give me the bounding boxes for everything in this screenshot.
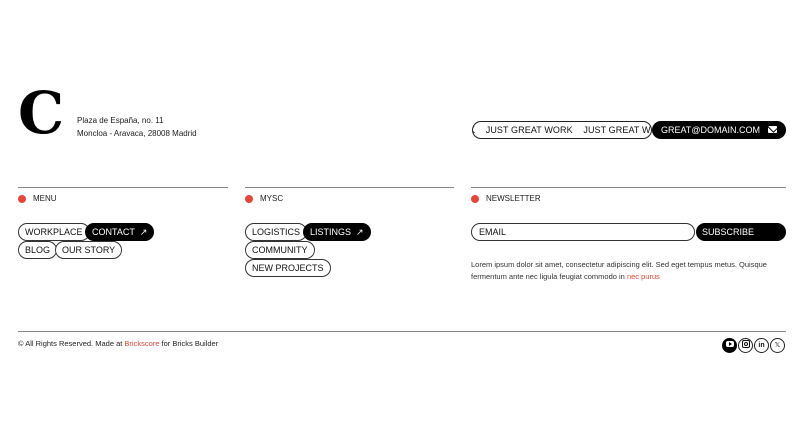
menu-link-label: WORKPLACE	[25, 227, 83, 237]
copyright-prefix: © All Rights Reserved. Made at	[18, 339, 123, 348]
email-field-value: EMAIL	[479, 227, 507, 237]
address-line-1: Plaza de España, no. 11	[77, 116, 164, 125]
address-block: Plaza de España, no. 11 Moncloa - Aravac…	[77, 114, 197, 140]
accent-dot-icon	[471, 195, 479, 203]
marquee-item: K	[473, 125, 475, 135]
menu-link-label: CONTACT	[92, 227, 135, 237]
accent-dot-icon	[18, 195, 26, 203]
email-link-button[interactable]: GREAT@DOMAIN.COM	[652, 121, 786, 139]
mysc-link-label: LOGISTICS	[252, 227, 301, 237]
youtube-link[interactable]	[722, 338, 737, 353]
mysc-link-community[interactable]: COMMUNITY	[245, 241, 315, 259]
newsletter-heading-label: NEWSLETTER	[486, 194, 541, 203]
newsletter-link[interactable]: nec purus	[627, 272, 660, 281]
mysc-divider	[245, 187, 454, 188]
linkedin-link[interactable]: in	[754, 338, 769, 353]
copyright-suffix: for Bricks Builder	[161, 339, 219, 348]
menu-heading-label: MENU	[33, 194, 57, 203]
menu-heading: MENU	[18, 194, 57, 204]
mysc-link-label: NEW PROJECTS	[252, 263, 324, 273]
menu-link-contact[interactable]: CONTACT ↗	[85, 223, 155, 241]
menu-link-our-story[interactable]: OUR STORY	[55, 241, 123, 259]
accent-dot-icon	[245, 195, 253, 203]
youtube-icon	[725, 341, 734, 347]
x-link[interactable]: 𝕏	[770, 338, 785, 353]
menu-divider	[18, 187, 228, 188]
subscribe-button[interactable]: SUBSCRIBE	[696, 223, 786, 241]
mail-icon	[768, 126, 777, 133]
email-link-label: GREAT@DOMAIN.COM	[661, 125, 760, 135]
tagline-marquee: K JUST GREAT WORK JUST GREAT WORK	[472, 121, 652, 139]
footer-divider	[18, 331, 786, 332]
menu-link-label: BLOG	[25, 245, 51, 255]
logo-letter: C	[18, 79, 64, 147]
mysc-link-listings[interactable]: LISTINGS ↗	[303, 223, 371, 241]
x-icon: 𝕏	[774, 342, 781, 349]
mysc-heading-label: MYSC	[260, 194, 284, 203]
marquee-track: K JUST GREAT WORK JUST GREAT WORK	[473, 125, 651, 136]
mysc-heading: MYSC	[245, 194, 284, 204]
mysc-link-logistics[interactable]: LOGISTICS	[245, 223, 308, 241]
newsletter-divider	[471, 187, 786, 188]
newsletter-heading: NEWSLETTER	[471, 194, 541, 204]
menu-link-blog[interactable]: BLOG	[18, 241, 58, 259]
brand-logo[interactable]: C	[18, 79, 64, 147]
arrow-up-right-icon: ↗	[356, 227, 364, 237]
mysc-link-label: LISTINGS	[310, 227, 352, 237]
marquee-item: JUST GREAT WORK	[485, 125, 573, 135]
newsletter-email-field[interactable]: EMAIL	[471, 223, 695, 241]
linkedin-icon: in	[758, 342, 765, 349]
brickscore-link[interactable]: Brickscore	[124, 339, 159, 348]
subscribe-label: SUBSCRIBE	[702, 227, 755, 237]
arrow-up-right-icon: ↗	[139, 227, 148, 237]
instagram-icon	[741, 340, 750, 348]
newsletter-description: Lorem ipsum dolor sit amet, consectetur …	[471, 259, 781, 283]
newsletter-text: Lorem ipsum dolor sit amet, consectetur …	[471, 260, 767, 281]
mysc-link-label: COMMUNITY	[252, 245, 308, 255]
menu-link-label: OUR STORY	[62, 245, 116, 255]
menu-link-workplace[interactable]: WORKPLACE	[18, 223, 90, 241]
copyright-notice: © All Rights Reserved. Made at Brickscor…	[18, 339, 218, 349]
marquee-item: JUST GREAT WORK	[583, 125, 651, 135]
instagram-link[interactable]	[738, 338, 753, 353]
address-line-2: Moncloa - Aravaca, 28008 Madrid	[77, 129, 197, 138]
mysc-link-new-projects[interactable]: NEW PROJECTS	[245, 259, 331, 277]
